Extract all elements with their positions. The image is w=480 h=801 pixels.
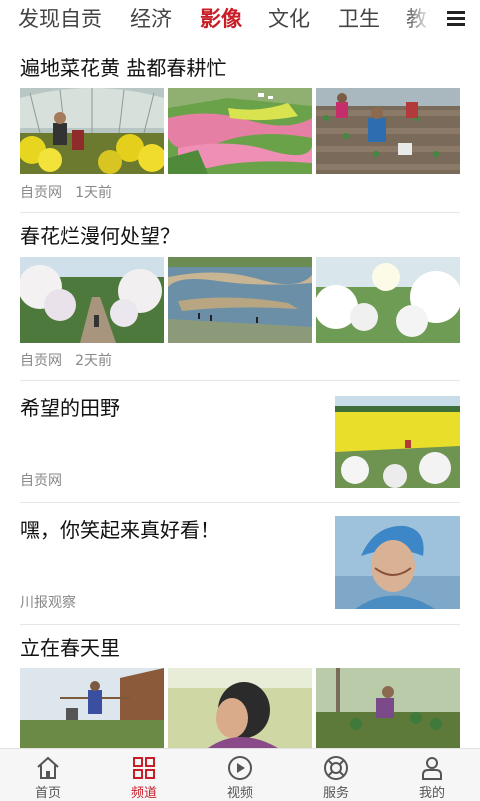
article-card[interactable]: 春花烂漫何处望？ (20, 222, 460, 250)
article-time: 2天前 (75, 353, 113, 369)
menu-icon[interactable] (442, 6, 472, 32)
tab-economy[interactable]: 经济 (130, 4, 172, 34)
home-icon (37, 756, 59, 779)
channel-tab-bar: 发现自贡 经济 影像 文化 卫生 教育 (0, 0, 480, 40)
user-icon (422, 757, 442, 780)
article-title: 希望的田野 (20, 396, 120, 420)
bottom-nav-bar: 首页 频道 视频 服务 我的 (0, 748, 480, 801)
article-card[interactable]: 嘿，你笑起来真好看！ (20, 516, 320, 544)
nav-item-video[interactable]: 视频 (192, 749, 288, 801)
article-card[interactable]: 遍地菜花黄 盐都春耕忙 (20, 54, 460, 82)
nav-label: 我的 (418, 786, 445, 801)
article-meta-row: 自贡网 (20, 470, 320, 490)
article-image-nurse-portrait (335, 516, 460, 609)
article-time: 1天前 (75, 185, 113, 201)
article-source: 川报观察 (20, 595, 76, 611)
nav-label: 视频 (226, 786, 253, 801)
article-image-woman-portrait (168, 668, 312, 748)
lifebuoy-icon (324, 756, 348, 780)
divider (20, 502, 460, 503)
article-image-greenhouse (20, 88, 164, 174)
nav-item-services[interactable]: 服务 (288, 749, 384, 801)
article-image-rapeseed-field (335, 396, 460, 488)
tab-health[interactable]: 卫生 (338, 4, 380, 34)
article-image-farmer-working (316, 668, 460, 748)
article-image-blossom-path (20, 257, 164, 343)
article-image-river (168, 257, 312, 343)
article-image-white-blossoms (316, 257, 460, 343)
tab-discover-zigong[interactable]: 发现自贡 (18, 4, 102, 34)
nav-item-home[interactable]: 首页 (0, 749, 96, 801)
article-meta-row: 川报观察 (20, 592, 320, 612)
article-meta-row: 自贡网 1天前 (20, 182, 460, 202)
divider (20, 624, 460, 625)
article-image-farm-workers (316, 88, 460, 174)
article-title: 嘿，你笑起来真好看！ (20, 518, 220, 542)
divider (20, 212, 460, 213)
article-source: 自贡网 (20, 185, 62, 201)
grid-icon (133, 757, 155, 779)
tab-strip-fade (404, 0, 438, 40)
article-card[interactable]: 希望的田野 (20, 394, 320, 422)
tab-photo[interactable]: 影像 (200, 4, 242, 34)
nav-item-profile[interactable]: 我的 (384, 749, 480, 801)
article-card[interactable]: 立在春天里 (20, 634, 460, 662)
nav-label: 首页 (34, 786, 61, 801)
channel-tab-strip[interactable]: 发现自贡 经济 影像 文化 卫生 教育 (0, 0, 438, 40)
divider (20, 380, 460, 381)
article-title: 立在春天里 (20, 636, 120, 660)
article-title: 春花烂漫何处望？ (20, 224, 180, 248)
article-title: 遍地菜花黄 盐都春耕忙 (20, 56, 227, 80)
tab-culture[interactable]: 文化 (268, 4, 310, 34)
nav-label: 服务 (322, 786, 349, 801)
article-meta-row: 自贡网 2天前 (20, 350, 460, 370)
nav-label: 频道 (130, 786, 157, 801)
article-image-farmer-carrying (20, 668, 164, 748)
play-circle-icon (228, 756, 252, 780)
article-source: 自贡网 (20, 353, 62, 369)
nav-item-channels[interactable]: 频道 (96, 749, 192, 801)
article-image-fields-aerial (168, 88, 312, 174)
article-source: 自贡网 (20, 473, 62, 489)
